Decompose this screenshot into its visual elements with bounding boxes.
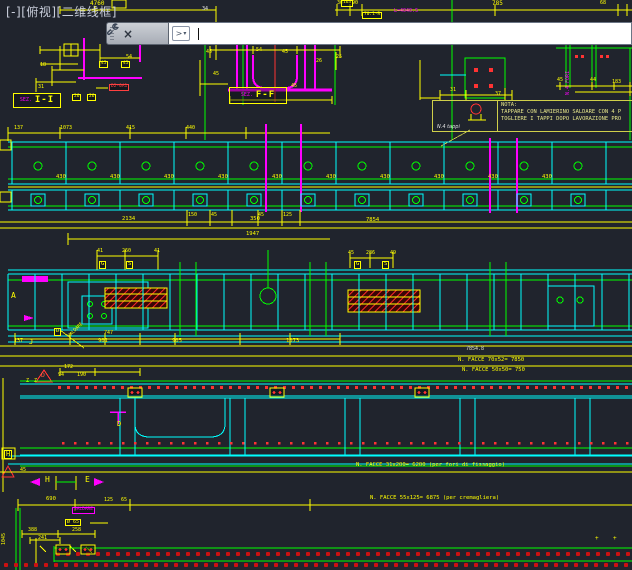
section-label-prefix: SEZ. [19, 97, 32, 103]
nota-box: N.4 tappi NOTA: TAPPARE CON LAMIERINO SA… [432, 100, 632, 132]
text-caret [198, 27, 199, 40]
bottom-rack-detail [15, 499, 632, 570]
command-bar: × > ▾ [106, 22, 632, 45]
command-input[interactable]: > ▾ [169, 22, 632, 45]
section-label-ff: SEZ. F-F [229, 87, 287, 104]
section-label-ii: SEZ. I-I [13, 93, 61, 108]
close-icon[interactable]: × [117, 25, 139, 42]
section-label-prefix: SEZ. [240, 92, 253, 98]
drawing-canvas[interactable] [0, 0, 632, 570]
recent-commands-button[interactable]: > ▾ [172, 26, 190, 41]
command-bar-buttons: × [106, 22, 169, 45]
section-label-name: I-I [34, 95, 55, 105]
viewport-controls[interactable]: [-][俯视][二维线框] [6, 3, 117, 20]
nota-line: TAPPARE CON LAMIERINO SALDARE CON 4 P [501, 109, 622, 115]
nota-title: NOTA: [501, 102, 518, 108]
cad-window: 4760 34 30 90 785 68 163 70.1-R L=4040.5 54 18 45 45… [0, 0, 632, 570]
beam-view-2 [0, 250, 632, 367]
beam-view-1 [0, 124, 632, 245]
section-ii-detail [35, 38, 142, 92]
nota-text: NOTA: TAPPARE CON LAMIERINO SALDARE CON … [498, 101, 632, 131]
section-label-name: F-F [255, 90, 276, 100]
nota-tag: N.4 tappi [437, 124, 460, 130]
nota-line: TOGLIERE I TAPPI DOPO LAVORAZIONE PRO [501, 116, 622, 122]
nota-symbol-cell: N.4 tappi [433, 101, 498, 131]
customize-wrench-icon[interactable] [106, 23, 164, 42]
prompt-icon: > [175, 28, 183, 38]
chevron-down-icon: ▾ [183, 29, 187, 37]
